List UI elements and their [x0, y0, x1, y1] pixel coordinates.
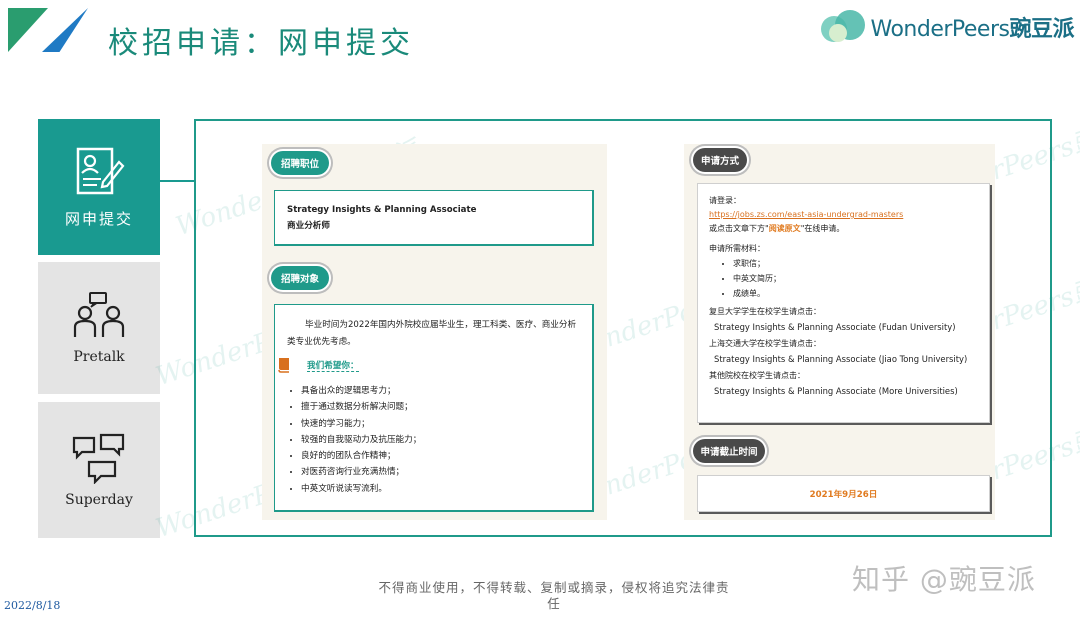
sjtu-apply-link[interactable]: Strategy Insights & Planning Associate (…: [714, 351, 989, 367]
other-label: 其他院校在校学生请点击：: [709, 371, 805, 380]
position-card: Strategy Insights & Planning Associate 商…: [274, 190, 594, 246]
list-item: 较强的自我驱动力及抗压能力；: [301, 432, 582, 448]
materials-label: 申请所需材料：: [709, 244, 765, 253]
fudan-label: 复旦大学学生在校学生请点击：: [709, 307, 821, 316]
people-talk-icon: [73, 292, 125, 337]
chat-bubbles-icon: [72, 433, 125, 484]
nav-item-apply[interactable]: 网申提交: [38, 119, 160, 255]
other-apply-link[interactable]: Strategy Insights & Planning Associate (…: [714, 383, 989, 399]
nav-label: Pretalk: [73, 349, 125, 365]
login-label: 请登录：: [709, 196, 741, 205]
hope-label: 我们希望你：: [307, 360, 359, 372]
nav-connector: [160, 180, 194, 182]
scroll-icon: [278, 358, 289, 373]
sjtu-label: 上海交通大学在校学生请点击：: [709, 339, 821, 348]
nav-label: 网申提交: [64, 209, 133, 228]
requirement-list: 具备出众的逻辑思考力； 擅于通过数据分析解决问题； 快速的学习能力； 较强的自我…: [287, 383, 582, 497]
or-text-suffix: "在线申请。: [800, 224, 845, 233]
list-item: 良好的的团队合作精神；: [301, 448, 582, 464]
brand-name-cn: 豌豆派: [1009, 17, 1074, 42]
brand-blob-icon: [820, 10, 865, 44]
logo-triangle-green: [8, 8, 48, 52]
slide-date: 2022/8/18: [4, 599, 61, 612]
materials-list: 求职信； 中英文简历； 成绩单。: [709, 256, 989, 301]
position-title-cn: 商业分析师: [287, 221, 330, 231]
brand-logo: WonderPeers豌豆派: [820, 10, 1074, 44]
list-item: 快速的学习能力；: [301, 416, 582, 432]
nav-item-superday[interactable]: Superday: [38, 402, 160, 538]
list-item: 成绩单。: [733, 286, 989, 301]
target-description: 毕业时间为2022年国内外院校应届毕业生，理工科类、医疗、商业分析类专业优先考虑…: [287, 320, 577, 347]
method-pill: 申请方式: [693, 148, 747, 172]
nav-item-pretalk[interactable]: Pretalk: [38, 262, 160, 394]
brand-name: WonderPeers: [870, 17, 1010, 42]
deadline-card: 2021年9月26日: [697, 475, 990, 512]
list-item: 中英文简历；: [733, 271, 989, 286]
list-item: 擅于通过数据分析解决问题；: [301, 399, 582, 415]
apply-url-link[interactable]: https://jobs.zs.com/east-asia-undergrad-…: [709, 208, 989, 222]
target-pill: 招聘对象: [271, 266, 329, 290]
or-text-prefix: 或点击文章下方": [709, 224, 769, 233]
deadline-date: 2021年9月26日: [809, 489, 878, 500]
logo-triangle-blue: [42, 8, 88, 52]
form-edit-icon: [76, 147, 125, 194]
list-item: 求职信；: [733, 256, 989, 271]
method-card: 请登录： https://jobs.zs.com/east-asia-under…: [697, 183, 990, 423]
nav-label: Superday: [65, 492, 133, 508]
list-item: 具备出众的逻辑思考力；: [301, 383, 582, 399]
fudan-apply-link[interactable]: Strategy Insights & Planning Associate (…: [714, 319, 989, 335]
position-pill: 招聘职位: [271, 151, 329, 175]
deadline-pill: 申请截止时间: [693, 439, 765, 463]
page-title: 校招申请：网申提交: [108, 26, 414, 61]
read-original-link[interactable]: 阅读原文: [769, 224, 801, 233]
target-card: 毕业时间为2022年国内外院校应届毕业生，理工科类、医疗、商业分析类专业优先考虑…: [274, 304, 594, 512]
list-item: 中英文听说读写流利。: [301, 481, 582, 497]
list-item: 对医药咨询行业充满热情；: [301, 464, 582, 480]
copyright-notice: 不得商业使用，不得转载、复制或摘录，侵权将追究法律责任: [378, 580, 730, 611]
zhihu-watermark: 知乎 @豌豆派: [852, 563, 1036, 596]
position-title-en: Strategy Insights & Planning Associate: [287, 205, 477, 215]
